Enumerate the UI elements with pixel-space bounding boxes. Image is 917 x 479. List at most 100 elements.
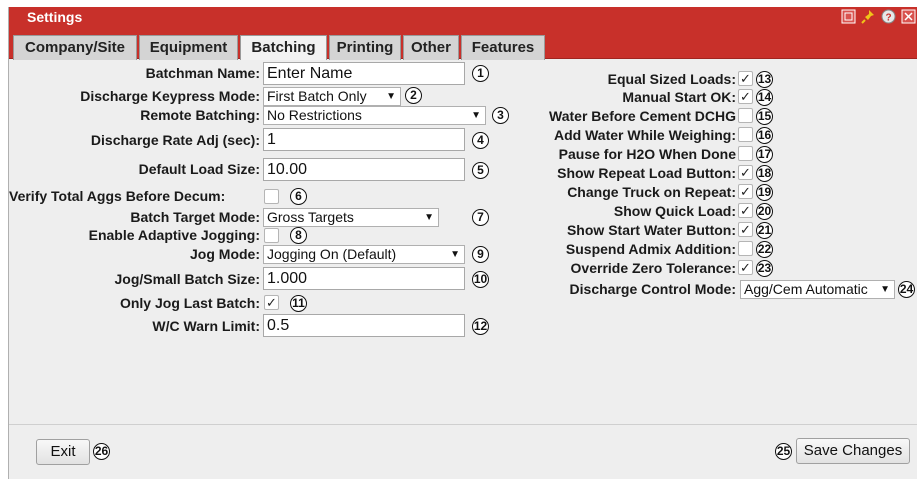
pause-for-h2o-label: Pause for H2O When Done (558, 146, 736, 162)
tab-printing[interactable]: Printing (329, 35, 401, 60)
marker-18: 18 (756, 165, 773, 182)
enable-adaptive-jogging-checkbox[interactable] (264, 228, 279, 243)
pause-for-h2o-checkbox[interactable] (738, 146, 753, 161)
override-zero-tolerance-label: Override Zero Tolerance: (570, 260, 736, 276)
discharge-control-mode-select[interactable]: Agg/Cem Automatic ▼ (740, 280, 895, 299)
marker-5: 5 (472, 162, 489, 179)
suspend-admix-label: Suspend Admix Addition: (565, 241, 736, 257)
jog-mode-select[interactable]: Jogging On (Default) ▼ (263, 245, 465, 264)
marker-9: 9 (472, 246, 489, 263)
pin-icon[interactable] (861, 9, 876, 24)
jog-small-batch-size-label: Jog/Small Batch Size: (114, 271, 260, 287)
equal-sized-loads-checkbox[interactable]: ✓ (738, 71, 753, 86)
chevron-down-icon: ▼ (880, 284, 890, 295)
discharge-rate-adj-input[interactable]: 1 (263, 128, 465, 151)
marker-25: 25 (775, 443, 792, 460)
show-repeat-load-label: Show Repeat Load Button: (557, 165, 736, 181)
remote-batching-select[interactable]: No Restrictions ▼ (263, 106, 486, 125)
change-truck-on-repeat-checkbox[interactable]: ✓ (738, 184, 753, 199)
save-changes-button[interactable]: Save Changes (796, 438, 910, 464)
help-icon[interactable]: ? (881, 9, 896, 24)
batch-target-mode-value: Gross Targets (267, 209, 354, 225)
wc-warn-limit-label: W/C Warn Limit: (152, 318, 260, 334)
discharge-keypress-mode-label: Discharge Keypress Mode: (80, 88, 260, 104)
remote-batching-label: Remote Batching: (140, 107, 260, 123)
show-start-water-label: Show Start Water Button: (566, 222, 736, 238)
batch-target-mode-select[interactable]: Gross Targets ▼ (263, 208, 439, 227)
marker-7: 7 (472, 209, 489, 226)
only-jog-last-batch-checkbox[interactable]: ✓ (264, 295, 279, 310)
tab-batching[interactable]: Batching (240, 35, 327, 60)
marker-2: 2 (405, 87, 422, 104)
discharge-control-mode-value: Agg/Cem Automatic (744, 281, 868, 297)
tab-features[interactable]: Features (461, 35, 545, 60)
tab-bar: Company/Site Equipment Batching Printing… (9, 27, 917, 60)
batch-target-mode-label: Batch Target Mode: (130, 209, 260, 225)
marker-22: 22 (756, 241, 773, 258)
tab-company-site[interactable]: Company/Site (13, 35, 137, 60)
wc-warn-limit-input[interactable]: 0.5 (263, 314, 465, 337)
title-bar: Settings ? (9, 7, 917, 27)
override-zero-tolerance-checkbox[interactable]: ✓ (738, 260, 753, 275)
window-title: Settings (27, 9, 83, 25)
discharge-control-mode-label: Discharge Control Mode: (569, 281, 736, 297)
chevron-down-icon: ▼ (471, 110, 481, 121)
manual-start-ok-label: Manual Start OK: (622, 89, 736, 105)
marker-26: 26 (93, 443, 110, 460)
show-quick-load-label: Show Quick Load: (613, 203, 736, 219)
marker-14: 14 (756, 89, 773, 106)
discharge-keypress-mode-select[interactable]: First Batch Only ▼ (263, 87, 401, 106)
close-icon[interactable] (901, 9, 916, 24)
chevron-down-icon: ▼ (386, 91, 396, 102)
marker-24: 24 (898, 281, 915, 298)
marker-16: 16 (756, 127, 773, 144)
enable-adaptive-jogging-label: Enable Adaptive Jogging: (88, 227, 260, 243)
add-water-while-weighing-checkbox[interactable] (738, 127, 753, 142)
verify-total-aggs-checkbox[interactable] (264, 189, 279, 204)
change-truck-on-repeat-label: Change Truck on Repeat: (567, 184, 736, 200)
marker-6: 6 (290, 188, 307, 205)
exit-button[interactable]: Exit (36, 439, 90, 465)
water-before-cement-checkbox[interactable] (738, 108, 753, 123)
discharge-rate-adj-label: Discharge Rate Adj (sec): (90, 132, 260, 148)
discharge-keypress-mode-value: First Batch Only (267, 88, 367, 104)
marker-23: 23 (756, 260, 773, 277)
settings-window: Settings ? Company/Site Equipment Batchi… (8, 7, 917, 479)
show-start-water-checkbox[interactable]: ✓ (738, 222, 753, 237)
only-jog-last-batch-label: Only Jog Last Batch: (119, 295, 260, 311)
manual-start-ok-checkbox[interactable]: ✓ (738, 89, 753, 104)
add-water-while-weighing-label: Add Water While Weighing: (554, 127, 736, 143)
marker-21: 21 (756, 222, 773, 239)
water-before-cement-label: Water Before Cement DCHG (549, 108, 736, 124)
batchman-name-input[interactable]: Enter Name (263, 62, 465, 85)
marker-19: 19 (756, 184, 773, 201)
batching-panel: Batchman Name: Enter Name 1 Discharge Ke… (9, 59, 917, 419)
restore-icon[interactable] (841, 9, 856, 24)
marker-3: 3 (492, 107, 509, 124)
equal-sized-loads-label: Equal Sized Loads: (607, 71, 736, 87)
marker-1: 1 (472, 65, 489, 82)
remote-batching-value: No Restrictions (267, 107, 362, 123)
show-repeat-load-checkbox[interactable]: ✓ (738, 165, 753, 180)
verify-total-aggs-label: Verify Total Aggs Before Decum: (9, 188, 226, 204)
jog-mode-value: Jogging On (Default) (267, 246, 397, 262)
default-load-size-input[interactable]: 10.00 (263, 158, 465, 181)
marker-13: 13 (756, 71, 773, 88)
marker-11: 11 (290, 295, 307, 312)
marker-20: 20 (756, 203, 773, 220)
marker-8: 8 (290, 227, 307, 244)
jog-mode-label: Jog Mode: (190, 246, 260, 262)
batchman-name-label: Batchman Name: (145, 65, 260, 81)
show-quick-load-checkbox[interactable]: ✓ (738, 203, 753, 218)
suspend-admix-checkbox[interactable] (738, 241, 753, 256)
marker-17: 17 (756, 146, 773, 163)
default-load-size-label: Default Load Size: (138, 161, 260, 177)
tab-other[interactable]: Other (403, 35, 459, 60)
chevron-down-icon: ▼ (450, 249, 460, 260)
svg-text:?: ? (885, 13, 891, 24)
marker-10: 10 (472, 271, 489, 288)
chevron-down-icon: ▼ (424, 212, 434, 223)
jog-small-batch-size-input[interactable]: 1.000 (263, 267, 465, 290)
marker-12: 12 (472, 318, 489, 335)
tab-equipment[interactable]: Equipment (139, 35, 238, 60)
